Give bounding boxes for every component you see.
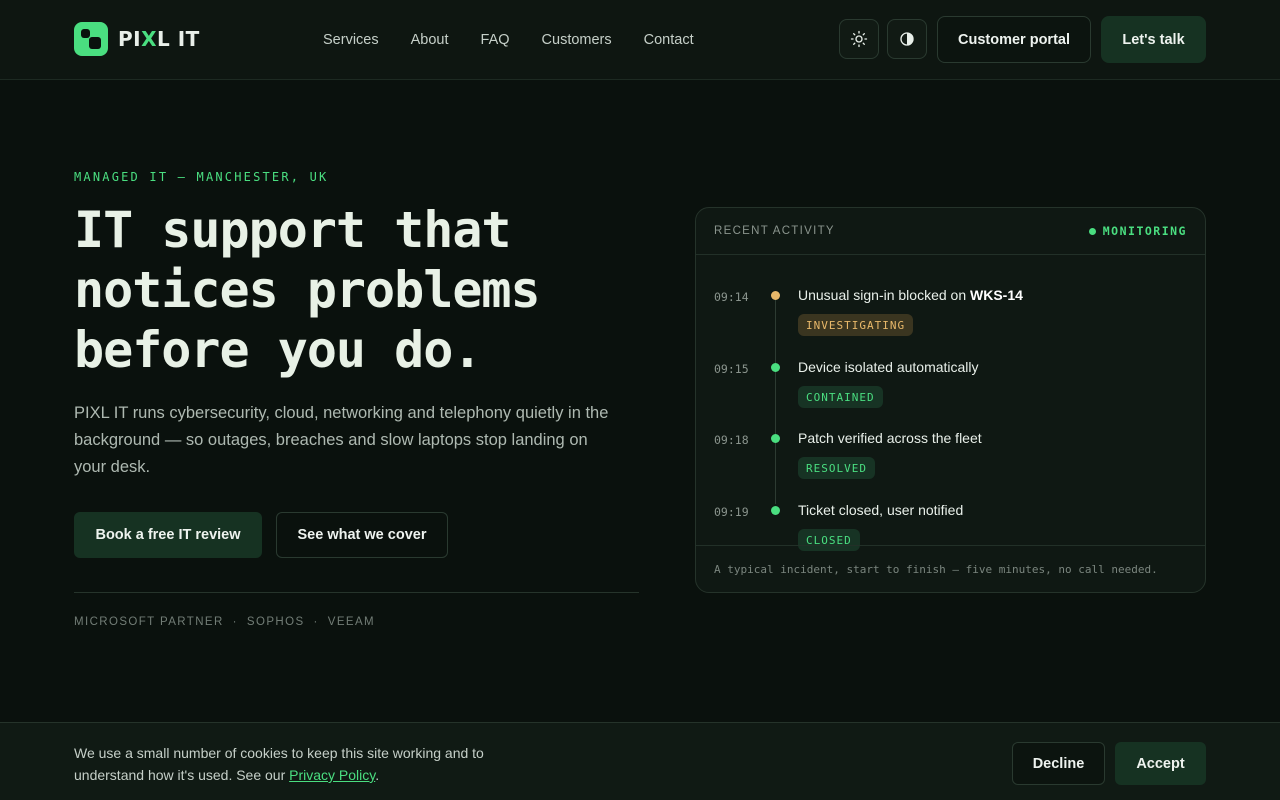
- hero-divider: [74, 592, 639, 593]
- logo-text: PIXL IT: [118, 27, 200, 51]
- privacy-policy-link[interactable]: Privacy Policy: [289, 767, 375, 783]
- contrast-icon: [900, 32, 914, 46]
- event-time: 09:18: [714, 433, 749, 447]
- nav-link-contact[interactable]: Contact: [628, 32, 710, 48]
- separator: ·: [313, 616, 319, 628]
- site-header: PIXL IT Services About FAQ Customers Con…: [0, 0, 1280, 80]
- event-time: 09:14: [714, 290, 749, 304]
- event-dot-icon: [771, 363, 780, 372]
- cookie-message: We use a small number of cookies to keep…: [74, 745, 484, 783]
- cookie-banner: We use a small number of cookies to keep…: [0, 722, 1280, 800]
- event-text: Device isolated automatically: [798, 359, 979, 375]
- sun-icon: [850, 30, 868, 48]
- activity-card: RECENT ACTIVITY MONITORING 09:14 Unusual…: [695, 207, 1206, 593]
- activity-event: 09:18 Patch verified across the fleet RE…: [696, 430, 1205, 490]
- nav-link-faq[interactable]: FAQ: [465, 32, 526, 48]
- event-status-badge: CONTAINED: [798, 386, 883, 408]
- event-text: Patch verified across the fleet: [798, 430, 982, 446]
- nav-link-about[interactable]: About: [395, 32, 465, 48]
- partner-sophos: SOPHOS: [246, 616, 305, 628]
- status-dot-icon: [1088, 227, 1096, 235]
- see-coverage-button[interactable]: See what we cover: [276, 512, 448, 558]
- event-text: Ticket closed, user notified: [798, 502, 964, 518]
- activity-event: 09:15 Device isolated automatically CONT…: [696, 359, 1205, 419]
- nav-link-customers[interactable]: Customers: [526, 32, 628, 48]
- decline-cookies-button[interactable]: Decline: [1012, 742, 1105, 785]
- hero-lede: PIXL IT runs cybersecurity, cloud, netwo…: [74, 404, 609, 476]
- event-text: Unusual sign-in blocked on WKS-14: [798, 287, 1023, 303]
- event-time: 09:19: [714, 505, 749, 519]
- activity-title: RECENT ACTIVITY: [714, 225, 835, 237]
- event-dot-icon: [771, 291, 780, 300]
- event-dot-icon: [771, 434, 780, 443]
- customer-portal-button[interactable]: Customer portal: [937, 16, 1091, 63]
- hero-eyebrow: MANAGED IT — MANCHESTER, UK: [74, 170, 329, 184]
- main-nav: Services About FAQ Customers Contact: [307, 0, 710, 80]
- book-review-button[interactable]: Book a free IT review: [74, 512, 262, 558]
- nav-link-services[interactable]: Services: [307, 32, 395, 48]
- event-status-badge: INVESTIGATING: [798, 314, 914, 336]
- lets-talk-button[interactable]: Let's talk: [1101, 16, 1206, 63]
- logo[interactable]: PIXL IT: [74, 22, 200, 56]
- event-time: 09:15: [714, 362, 749, 376]
- event-dot-icon: [771, 506, 780, 515]
- activity-timeline: 09:14 Unusual sign-in blocked on WKS-14 …: [696, 256, 1205, 551]
- hero-headline: IT support that notices problems before …: [74, 201, 541, 379]
- partner-veeam: VEEAM: [327, 616, 376, 628]
- partner-list: MICROSOFT PARTNER · SOPHOS · VEEAM: [74, 616, 375, 628]
- logo-icon: [74, 22, 108, 56]
- partner-microsoft: MICROSOFT PARTNER: [74, 616, 224, 628]
- activity-card-header: RECENT ACTIVITY MONITORING: [696, 208, 1205, 255]
- activity-footer: A typical incident, start to finish — fi…: [696, 545, 1205, 592]
- contrast-button[interactable]: [887, 19, 927, 59]
- separator: ·: [232, 616, 238, 628]
- event-status-badge: RESOLVED: [798, 457, 875, 479]
- accept-cookies-button[interactable]: Accept: [1115, 742, 1206, 785]
- monitoring-status: MONITORING: [1088, 224, 1187, 238]
- activity-event: 09:14 Unusual sign-in blocked on WKS-14 …: [696, 287, 1205, 347]
- light-theme-button[interactable]: [839, 19, 879, 59]
